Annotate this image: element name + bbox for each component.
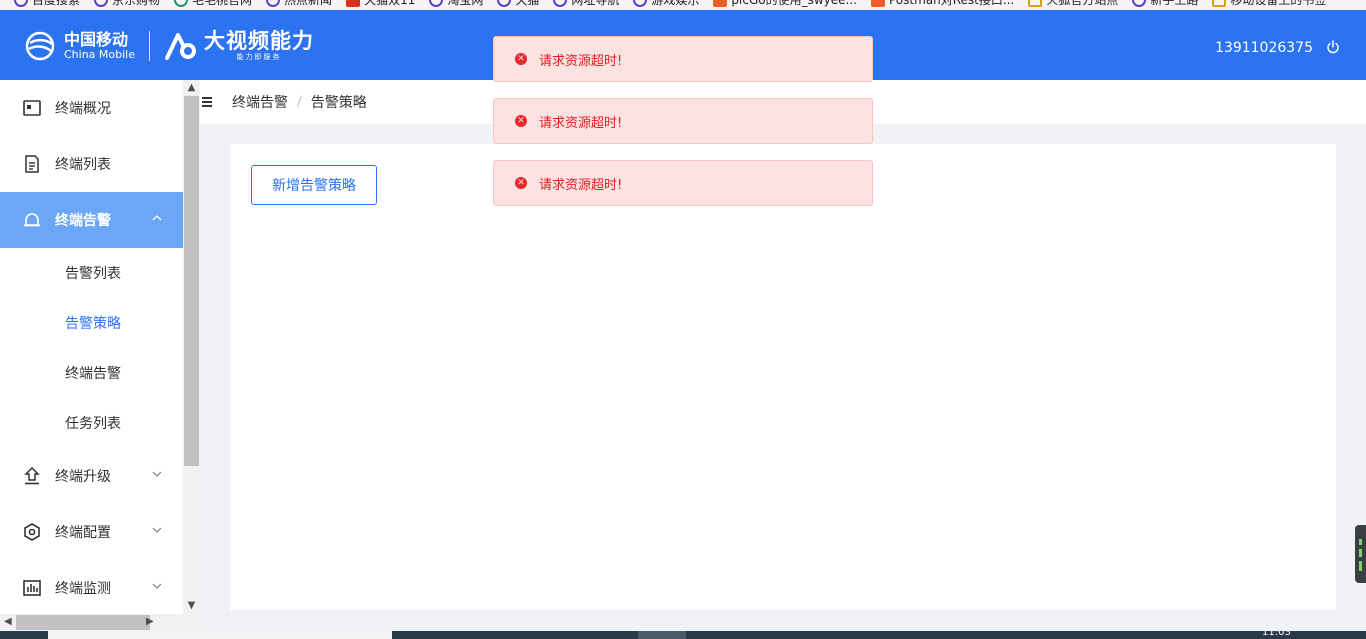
taskbar-active-app[interactable] [638,631,686,639]
bookmark-item[interactable]: 新手上路 [1132,0,1198,8]
globe-icon [266,0,281,7]
globe-icon [1132,0,1147,7]
mobile-bookmarks-icon [1212,0,1227,7]
china-mobile-logo-icon [25,31,55,61]
brand-mark-icon [165,33,197,60]
globe-icon [14,0,28,7]
bookmark-item[interactable]: 游戏娱乐 [633,0,699,8]
chevron-down-icon [152,583,162,589]
scroll-up-arrow-icon[interactable]: ▲ [187,83,196,93]
chevron-down-icon [152,527,162,533]
brand: 大视频能力 能力即服务 [164,31,314,61]
sidebar-item-terminal-alarm[interactable]: 终端告警 [0,192,183,248]
logo-en-text: China Mobile [64,47,136,61]
scroll-left-arrow-icon[interactable]: ◀ [4,616,12,627]
breadcrumb-current: 告警策略 [310,95,367,111]
power-icon[interactable] [1326,40,1340,54]
toast-message: 请求资源超时! [539,115,623,131]
bookmark-item[interactable]: Postman对Rest接口... [870,0,1014,8]
logo-area[interactable]: 中国移动 China Mobile 大视频能力 能力即服务 [24,30,314,62]
sidebar-vertical-scrollbar[interactable]: ▲ ▼ [183,80,200,614]
bookmark-item[interactable]: 京东购物 [94,0,160,8]
breadcrumb-item[interactable]: 终端告警 [232,92,288,112]
tmall-icon [346,0,361,7]
sidebar-item-terminal-upgrade[interactable]: 终端升级 [0,448,183,504]
bookmark-item[interactable]: 百度搜索 [14,0,80,8]
brand-title: 大视频能力 [204,29,315,53]
logo-cn-text: 中国移动 [64,30,129,50]
bookmark-item[interactable]: 移动设备上的书签 [1212,0,1326,8]
folder-icon [1028,0,1043,7]
sidebar-item-terminal-overview[interactable]: 终端概况 [0,80,183,136]
user-phone[interactable]: 13911026375 [1215,40,1313,56]
scroll-right-arrow-icon[interactable]: ▶ [146,616,154,627]
upgrade-icon [22,466,42,486]
sidebar-subitem-task-list[interactable]: 任务列表 [0,398,183,448]
chevron-up-icon [152,215,162,221]
scroll-down-arrow-icon[interactable]: ▼ [187,601,196,611]
csdn-icon [713,0,728,7]
bookmark-item[interactable]: 淘宝网 [429,0,483,8]
config-hex-icon [22,522,42,542]
error-toast: ✕ 请求资源超时! [493,160,873,206]
side-widget[interactable] [1355,525,1366,583]
globe-icon [553,0,568,7]
breadcrumb-separator: / [297,94,302,110]
error-toast: ✕ 请求资源超时! [493,98,873,144]
main-content-card: 新增告警策略 [230,144,1336,610]
list-doc-icon [22,154,42,174]
toast-message: 请求资源超时! [539,177,623,193]
os-taskbar: 11:03 [0,627,1366,639]
bookmark-item[interactable]: 毛毛桃官网 [174,0,252,8]
sidebar-item-terminal-monitor[interactable]: 终端监测 [0,560,183,614]
bookmark-item[interactable]: 热点新闻 [266,0,332,8]
logo-divider [149,31,151,61]
error-toast: ✕ 请求资源超时! [493,36,873,82]
brand-subtitle: 能力即服务 [236,53,282,61]
terminal-overview-icon [22,98,42,118]
globe-icon [497,0,512,7]
monitor-chart-icon [22,578,42,598]
toast-message: 请求资源超时! [539,53,623,69]
error-circle-icon: ✕ [515,53,527,65]
bell-icon [22,210,42,230]
csdn-icon [870,0,885,7]
sidebar-subitem-alarm-list[interactable]: 告警列表 [0,248,183,298]
add-alarm-strategy-button[interactable]: 新增告警策略 [251,165,377,205]
bookmark-item[interactable]: 天猫双11 [346,0,415,8]
bookmark-item[interactable]: 火狐官方站点 [1028,0,1118,8]
sidebar-subitem-alarm-strategy[interactable]: 告警策略 [0,298,183,348]
globe-icon [94,0,109,7]
sidebar-subitem-terminal-alarm[interactable]: 终端告警 [0,348,183,398]
menu-toggle-icon[interactable] [202,97,214,107]
sidebar-item-terminal-config[interactable]: 终端配置 [0,504,183,560]
error-circle-icon: ✕ [515,115,527,127]
sidebar-item-terminal-list[interactable]: 终端列表 [0,136,183,192]
sidebar: 终端概况 终端列表 终端告警 告警列表 告警策略 终端告警 任务列表 终端升级 … [0,80,183,614]
globe-icon [174,0,189,7]
taskbar-search[interactable] [48,631,392,639]
bookmark-item[interactable]: 天猫 [497,0,539,8]
scrollbar-thumb[interactable] [16,615,150,630]
chevron-down-icon [152,471,162,477]
bookmark-item[interactable]: 网址导航 [553,0,619,8]
sidebar-horizontal-scrollbar[interactable]: ◀ ▶ [0,614,200,631]
globe-icon [633,0,648,7]
scrollbar-thumb[interactable] [184,96,199,466]
browser-bookmarks-bar: 百度搜索 京东购物 毛毛桃官网 热点新闻 天猫双11 淘宝网 天猫 网址导航 游… [0,0,1366,10]
bookmark-item[interactable]: picGo的使用_swyee... [713,0,857,8]
taskbar-clock: 11:03 [1262,627,1291,638]
error-circle-icon: ✕ [515,177,527,189]
globe-icon [429,0,444,7]
